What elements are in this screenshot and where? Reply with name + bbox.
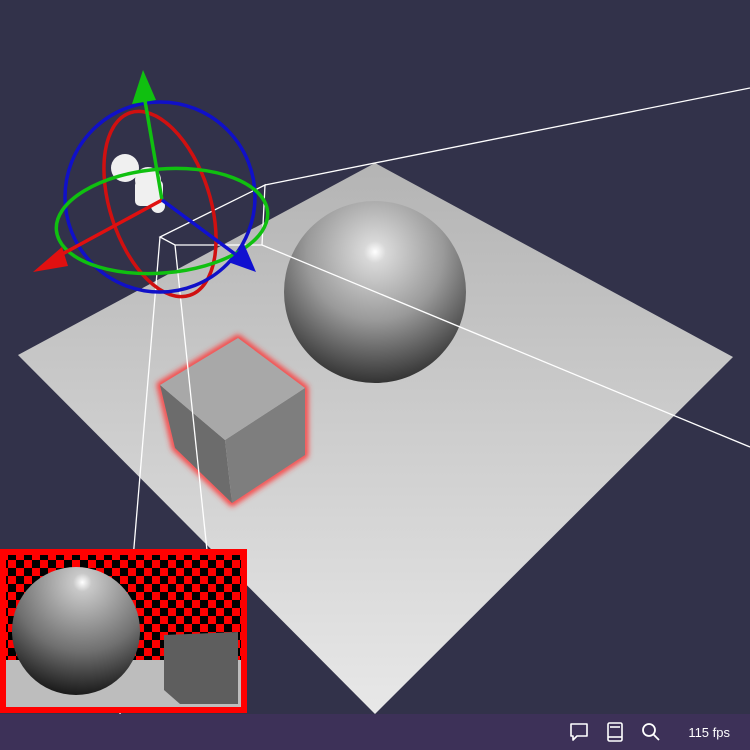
chat-icon[interactable] bbox=[568, 721, 590, 743]
camera-preview-inset bbox=[0, 549, 247, 713]
3d-viewport[interactable] bbox=[0, 0, 750, 714]
status-bar: 115 fps bbox=[0, 714, 750, 750]
fps-counter: 115 fps bbox=[688, 724, 730, 740]
search-icon[interactable] bbox=[640, 721, 662, 743]
book-icon[interactable] bbox=[604, 721, 626, 743]
